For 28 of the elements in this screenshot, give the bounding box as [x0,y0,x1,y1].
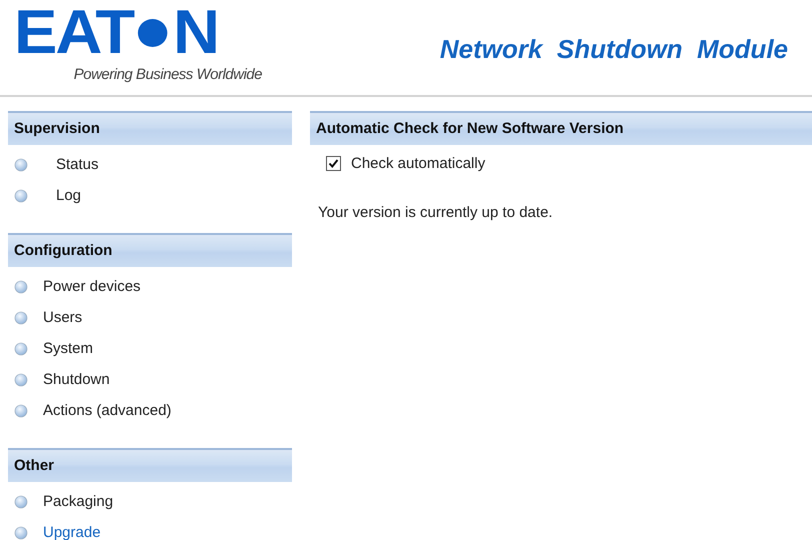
bullet-icon [14,404,28,418]
bullet-icon [14,188,28,202]
nav-link[interactable]: Packaging [8,486,114,517]
nav-link[interactable]: Actions (advanced) [8,395,172,426]
bullet-icon [14,310,28,324]
section-header: Supervision [8,111,292,145]
status-message: Your version is currently up to date. [318,204,554,221]
nav-link[interactable]: Users [8,302,82,333]
bullet-icon [14,526,28,540]
bullet-icon [14,342,28,356]
nav-link[interactable]: Upgrade [8,517,101,540]
nav-link[interactable]: Shutdown [8,364,110,395]
section-header: Other [8,448,292,482]
nav-link[interactable]: Status [8,149,99,180]
nav-link[interactable]: Power devices [8,271,141,302]
company-logo: EAT N [14,6,218,60]
nav-link[interactable]: Log [8,180,82,211]
panel-header: Automatic Check for New Software Version [310,111,812,145]
bullet-icon [14,372,28,386]
section-header: Configuration [8,233,292,267]
product-title: Network Shutdown Module [440,34,788,65]
check-automatically-checkbox[interactable]: Check automatically [310,145,486,172]
logo-tagline: Powering Business Worldwide [74,66,262,83]
bullet-icon [14,280,28,294]
bullet-icon [14,158,28,172]
bullet-icon [14,494,28,508]
nav-link[interactable]: System [8,333,94,364]
checkmark-icon [328,158,339,169]
